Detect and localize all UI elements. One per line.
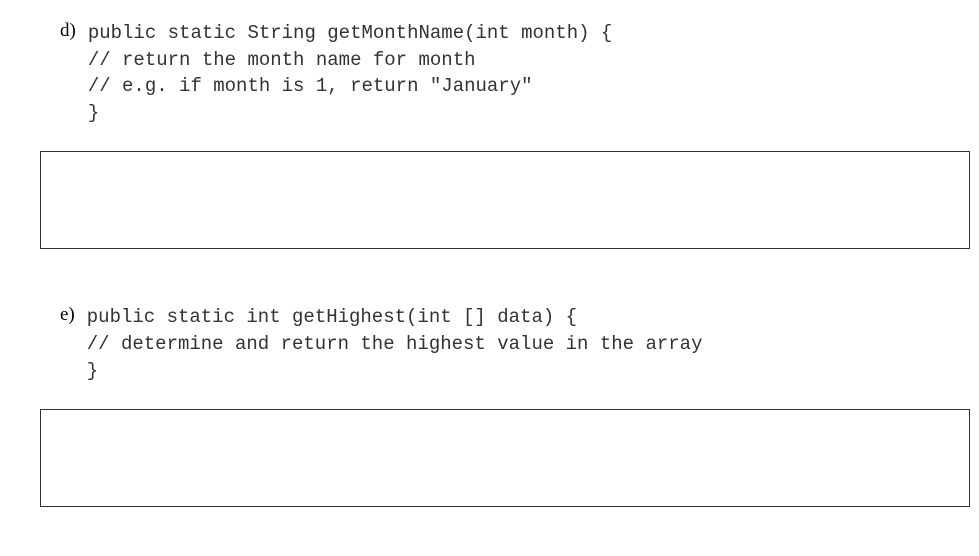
question-e-label: e) <box>60 304 75 326</box>
answer-box-d[interactable] <box>40 151 970 249</box>
question-d-code: public static String getMonthName(int mo… <box>88 20 613 126</box>
answer-box-e[interactable] <box>40 409 970 507</box>
question-e: e) public static int getHighest(int [] d… <box>30 304 949 507</box>
question-d-header: d) public static String getMonthName(int… <box>60 20 949 126</box>
question-d: d) public static String getMonthName(int… <box>30 20 949 249</box>
question-d-label: d) <box>60 20 76 42</box>
question-e-code: public static int getHighest(int [] data… <box>87 304 703 384</box>
question-e-header: e) public static int getHighest(int [] d… <box>60 304 949 384</box>
